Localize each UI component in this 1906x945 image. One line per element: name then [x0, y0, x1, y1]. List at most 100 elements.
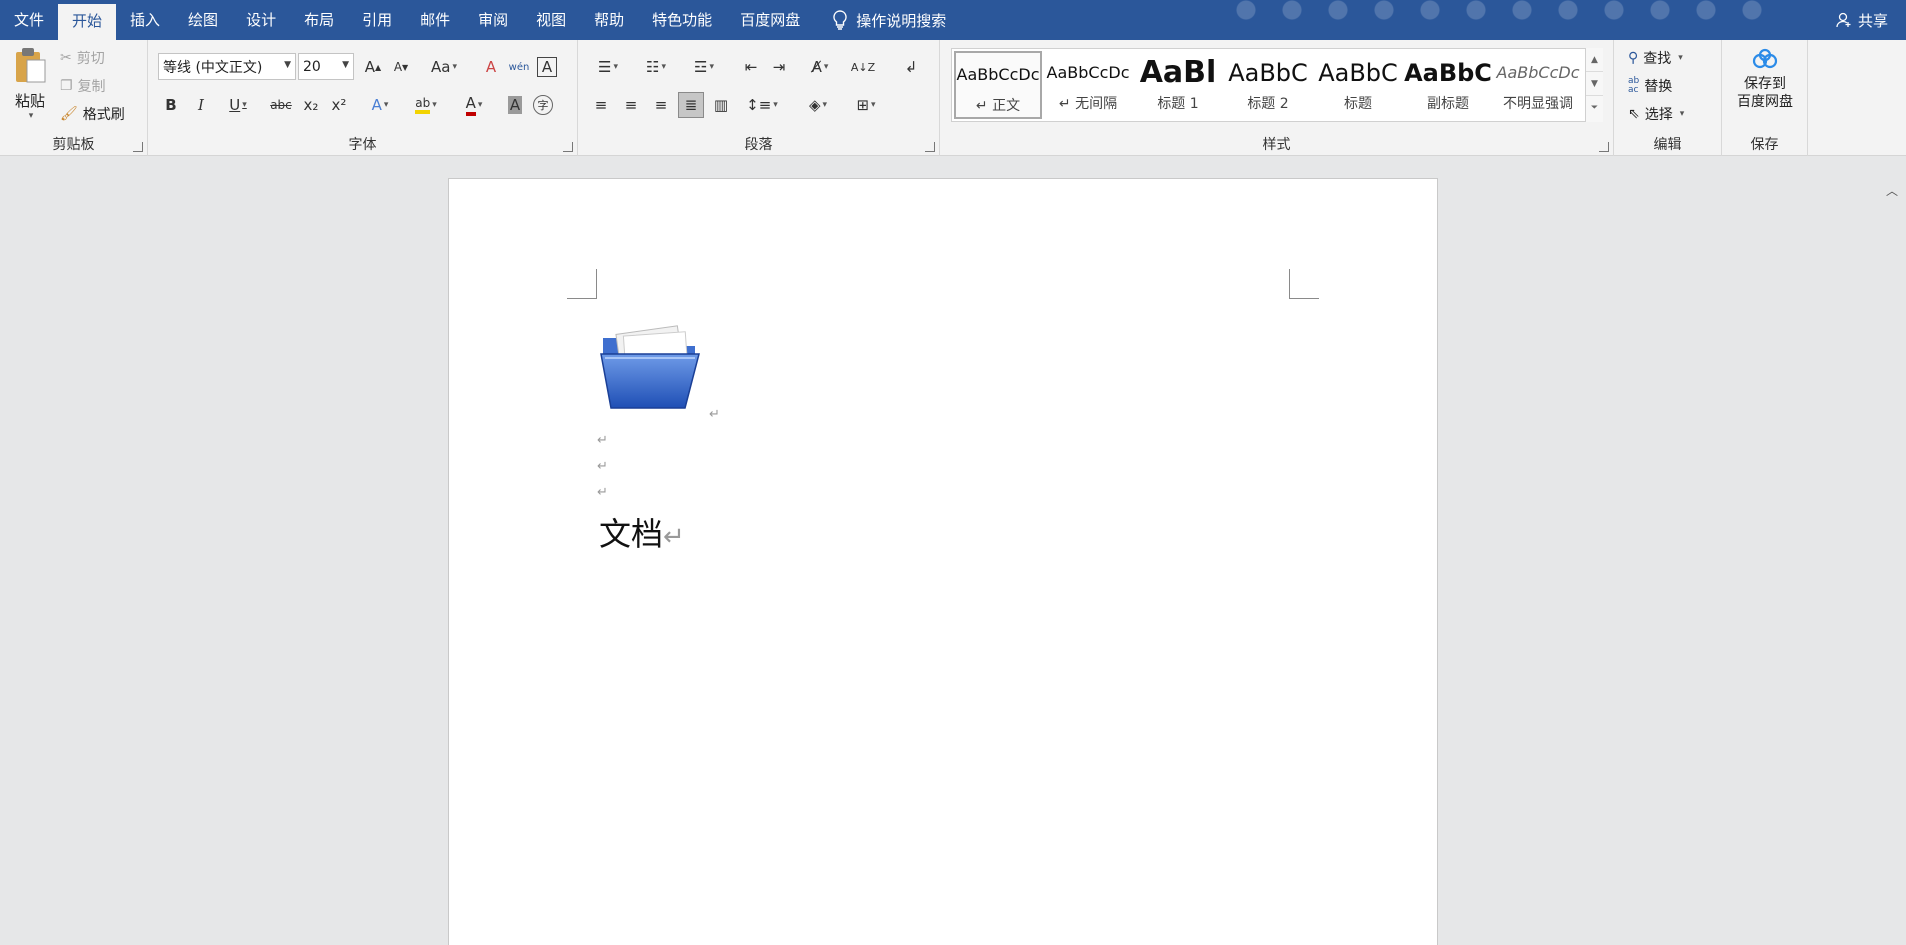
tab-help[interactable]: 帮助	[580, 0, 638, 40]
decrease-indent-button[interactable]: ⇤	[738, 54, 764, 80]
collapse-ribbon-icon[interactable]: ︿	[1886, 182, 1898, 199]
distributed-icon: ▥	[713, 96, 729, 114]
numbering-button[interactable]: ☷ ▾	[636, 54, 676, 80]
style-name: 标题 1	[1157, 96, 1199, 112]
align-right-button[interactable]: ≡	[648, 92, 674, 118]
tab-layout[interactable]: 布局	[290, 0, 348, 40]
cut-button[interactable]: ✂ 剪切	[60, 48, 105, 68]
style-no-spacing[interactable]: AaBbCcDc ↵ 无间隔	[1044, 51, 1132, 119]
cut-label: 剪切	[76, 51, 105, 67]
tab-mailings[interactable]: 邮件	[406, 0, 464, 40]
style-subtle-emphasis[interactable]: AaBbCcDc 不明显强调	[1494, 51, 1582, 119]
grow-font-icon: A	[364, 58, 376, 76]
style-sample: AaBbCcDc	[956, 65, 1040, 84]
style-name: 不明显强调	[1503, 96, 1573, 112]
replace-label: 替换	[1644, 79, 1673, 95]
replace-button[interactable]: ab ac 替换	[1628, 76, 1672, 96]
tab-view[interactable]: 视图	[522, 0, 580, 40]
line-spacing-button[interactable]: ↕≡ ▾	[742, 92, 782, 118]
superscript-button[interactable]: x²	[326, 92, 352, 118]
share-button[interactable]: 共享	[1836, 0, 1888, 40]
align-right-icon: ≡	[654, 96, 668, 114]
sort-button[interactable]: A↓Z	[850, 54, 876, 80]
bullets-button[interactable]: ☰ ▾	[588, 54, 628, 80]
editing-group: ⚲ 查找 ▾ ab ac 替换 ⇖ 选择 ▾ 编辑	[1614, 40, 1722, 156]
style-name: 标题	[1344, 96, 1372, 112]
shrink-font-button[interactable]: A ▼	[388, 54, 414, 80]
tab-special-features[interactable]: 特色功能	[638, 0, 726, 40]
style-subtitle[interactable]: AaBbC 副标题	[1404, 51, 1492, 119]
distributed-button[interactable]: ▥	[708, 92, 734, 118]
tab-references[interactable]: 引用	[348, 0, 406, 40]
show-marks-button[interactable]: ↲	[898, 54, 924, 80]
cloud-icon	[1752, 48, 1778, 69]
enclose-characters-button[interactable]: 字	[533, 95, 553, 115]
style-normal[interactable]: AaBbCcDc ↵ 正文	[954, 51, 1042, 119]
tab-design[interactable]: 设计	[232, 0, 290, 40]
justify-button[interactable]: ≣	[678, 92, 704, 118]
tab-home[interactable]: 开始	[58, 4, 117, 40]
borders-button[interactable]: ⊞ ▾	[846, 92, 886, 118]
clipboard-launcher-icon[interactable]	[133, 142, 143, 152]
style-title[interactable]: AaBbC 标题	[1314, 51, 1402, 119]
align-center-button[interactable]: ≡	[618, 92, 644, 118]
style-heading-1[interactable]: AaBl 标题 1	[1134, 51, 1222, 119]
style-heading-2[interactable]: AaBbC 标题 2	[1224, 51, 1312, 119]
text-effects-button[interactable]: A ▾	[362, 92, 398, 118]
find-button[interactable]: ⚲ 查找 ▾	[1628, 48, 1683, 68]
scroll-down-icon[interactable]: ▼	[1586, 72, 1603, 96]
phonetic-guide-button[interactable]: wén	[506, 54, 532, 80]
align-left-button[interactable]: ≡	[588, 92, 614, 118]
scissors-icon: ✂	[60, 50, 72, 66]
find-label: 查找	[1643, 51, 1672, 67]
font-name-combo[interactable]: 等线 (中文正文) ▼	[158, 53, 296, 80]
clear-formatting-icon: A	[485, 58, 497, 76]
bold-button[interactable]: B	[158, 92, 184, 118]
format-painter-button[interactable]: 🖌 格式刷	[60, 104, 125, 124]
font-color-button[interactable]: A ▾	[454, 92, 494, 118]
tab-review[interactable]: 审阅	[464, 0, 522, 40]
document-body-text[interactable]: 文档↵	[599, 509, 685, 555]
copy-label: 复制	[77, 79, 106, 95]
folder-icon[interactable]	[599, 324, 707, 416]
style-sample: AaBbC	[1228, 59, 1308, 87]
strikethrough-button[interactable]: abc	[266, 92, 296, 118]
scroll-up-icon[interactable]: ▲	[1586, 48, 1603, 72]
chinese-layout-button[interactable]: A̸ ▾	[800, 54, 840, 80]
tell-me-label: 操作说明搜索	[856, 11, 947, 30]
highlighter-icon: ab	[415, 96, 431, 114]
more-styles-icon[interactable]: ⏷	[1586, 96, 1603, 120]
character-border-button[interactable]: A	[537, 57, 557, 77]
paste-dropdown-icon[interactable]: ▾	[12, 111, 50, 121]
styles-launcher-icon[interactable]	[1599, 142, 1609, 152]
tell-me-search[interactable]: 操作说明搜索	[814, 10, 946, 31]
clear-formatting-button[interactable]: A	[478, 54, 504, 80]
italic-button[interactable]: I	[188, 92, 214, 118]
tab-baidu-netdisk[interactable]: 百度网盘	[726, 0, 814, 40]
enclose-characters-icon: 字	[537, 99, 549, 112]
multilevel-list-button[interactable]: ☲ ▾	[684, 54, 724, 80]
increase-indent-button[interactable]: ⇥	[766, 54, 792, 80]
save-to-baidu-netdisk-button[interactable]: 保存到 百度网盘	[1724, 48, 1806, 111]
bold-icon: B	[165, 96, 177, 114]
tab-file[interactable]: 文件	[0, 0, 58, 40]
character-shading-button[interactable]: A	[502, 92, 528, 118]
shading-button[interactable]: ◈ ▾	[798, 92, 838, 118]
paste-button[interactable]: 粘贴 ▾	[10, 46, 50, 126]
highlight-button[interactable]: ab ▾	[406, 92, 446, 118]
font-size-combo[interactable]: 20 ▼	[298, 53, 354, 80]
copy-button[interactable]: ❐ 复制	[60, 76, 106, 96]
select-button[interactable]: ⇖ 选择 ▾	[1628, 104, 1684, 124]
font-launcher-icon[interactable]	[563, 142, 573, 152]
paragraph-mark: ↵	[709, 407, 720, 422]
character-shading-icon: A	[507, 96, 523, 114]
paragraph-launcher-icon[interactable]	[925, 142, 935, 152]
style-sample: AaBbCcDc	[1496, 63, 1580, 82]
underline-button[interactable]: U ▾	[218, 92, 258, 118]
tab-insert[interactable]: 插入	[116, 0, 174, 40]
grow-font-button[interactable]: A ▲	[360, 54, 386, 80]
subscript-button[interactable]: x₂	[298, 92, 324, 118]
document-page[interactable]: ↵ ↵ ↵ ↵ 文档↵	[448, 178, 1438, 945]
tab-draw[interactable]: 绘图	[174, 0, 232, 40]
change-case-button[interactable]: Aa ▾	[424, 54, 464, 80]
